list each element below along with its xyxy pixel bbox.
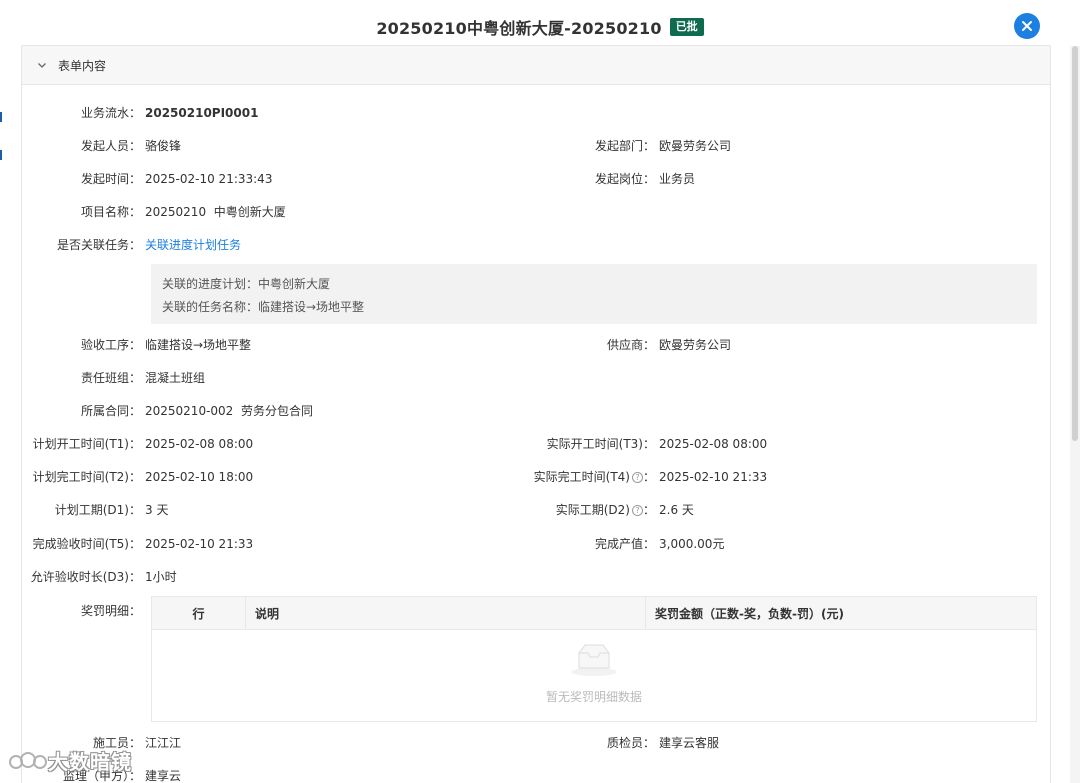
field-start-time: 发起时间： 2025-02-10 21:33:43 <box>80 172 273 186</box>
field-plan-start: 计划开工时间(T1)： 2025-02-08 08:00 <box>32 437 254 451</box>
help-icon[interactable]: ? <box>631 472 643 483</box>
field-label: 奖罚明细 <box>80 604 129 618</box>
field-dept: 发起部门： 欧曼劳务公司 <box>594 139 732 153</box>
column-header-row-no: 行 <box>152 597 246 629</box>
field-label: 实际工期(D2) <box>555 503 630 517</box>
field-initiator: 发起人员： 骆俊锋 <box>80 139 182 153</box>
linked-task-line: 关联的任务名称：临建搭设→场地平整 <box>162 300 365 314</box>
field-value: 欧曼劳务公司 <box>659 338 732 352</box>
help-icon[interactable]: ? <box>631 505 643 516</box>
dialog-header: 20250210中粤创新大厦-20250210 已批 <box>0 0 1080 46</box>
field-value: 混凝土班组 <box>145 371 206 385</box>
field-contract: 所属合同： 20250210-002 劳务分包合同 <box>80 404 313 418</box>
approval-detail-dialog: 20250210中粤创新大厦-20250210 已批 表单内容 业务流水： 202… <box>0 0 1080 783</box>
field-label: 验收工序 <box>80 338 129 352</box>
field-label: 供应商 <box>606 338 643 352</box>
field-linked-task: 是否关联任务： 关联进度计划任务 <box>56 236 242 253</box>
field-label: 项目名称 <box>80 205 129 219</box>
field-label: 完成产值 <box>594 537 643 551</box>
field-label: 计划开工时间(T1) <box>32 437 129 451</box>
field-label: 实际完工时间(T4) <box>533 470 630 484</box>
field-accept-time: 完成验收时间(T5)： 2025-02-10 21:33 <box>32 537 254 551</box>
field-value: 建享云客服 <box>659 736 720 750</box>
field-inspector: 质检员： 建享云客服 <box>606 736 720 750</box>
field-value: 2025-02-10 18:00 <box>145 470 254 484</box>
field-post: 发起岗位： 业务员 <box>594 172 696 186</box>
field-value: 20250210-002 劳务分包合同 <box>145 404 313 418</box>
field-label: 计划完工时间(T2) <box>32 470 129 484</box>
field-actual-start: 实际开工时间(T3)： 2025-02-08 08:00 <box>546 437 768 451</box>
field-project: 项目名称： 20250210 中粤创新大厦 <box>80 205 286 219</box>
field-value: 1小时 <box>145 570 177 584</box>
panel-header-toggle[interactable]: 表单内容 <box>22 46 1050 85</box>
field-label: 发起岗位 <box>594 172 643 186</box>
chevron-down-icon <box>38 63 46 68</box>
field-label: 发起部门 <box>594 139 643 153</box>
field-value: 2025-02-10 21:33 <box>145 537 254 551</box>
field-value: 2025-02-10 21:33:43 <box>145 172 273 186</box>
field-value: 江江江 <box>145 736 182 750</box>
field-label: 允许验收时长(D3) <box>30 570 129 584</box>
field-actual-duration: 实际工期(D2)?： 2.6 天 <box>555 503 694 517</box>
backdrop-edge-mark <box>0 150 2 160</box>
field-value: 3 天 <box>145 503 169 517</box>
field-reward-detail: 奖罚明细： <box>80 604 141 618</box>
status-badge: 已批 <box>669 18 704 36</box>
dialog-title: 20250210中粤创新大厦-20250210 <box>376 19 662 38</box>
empty-state-text: 暂无奖罚明细数据 <box>545 690 642 704</box>
field-value: 20250210 中粤创新大厦 <box>145 205 286 219</box>
field-label: 发起人员 <box>80 139 129 153</box>
linked-task-link[interactable]: 关联进度计划任务 <box>145 236 241 253</box>
field-value: 业务员 <box>659 172 696 186</box>
watermark-logo-icon <box>9 751 47 769</box>
reward-table: 行 说明 奖罚金额（正数-奖，负数-罚）(元) 暂无奖罚明细数据 <box>151 596 1037 722</box>
field-process: 验收工序： 临建搭设→场地平整 <box>80 338 252 352</box>
empty-state: 暂无奖罚明细数据 <box>152 641 1036 705</box>
field-value: 欧曼劳务公司 <box>659 139 732 153</box>
field-value: 3,000.00元 <box>659 537 725 551</box>
field-label: 发起时间 <box>80 172 129 186</box>
field-label: 业务流水 <box>80 106 129 120</box>
reward-table-header: 行 说明 奖罚金额（正数-奖，负数-罚）(元) <box>152 597 1036 630</box>
field-team: 责任班组： 混凝土班组 <box>80 371 206 385</box>
linked-task-detail-box: 关联的进度计划：中粤创新大厦 关联的任务名称：临建搭设→场地平整 <box>151 264 1037 324</box>
field-value: 2025-02-08 08:00 <box>145 437 254 451</box>
field-label: 计划工期(D1) <box>54 503 129 517</box>
field-value: 2025-02-08 08:00 <box>659 437 768 451</box>
scrollbar-thumb[interactable] <box>1072 46 1078 441</box>
column-header-description: 说明 <box>246 597 646 629</box>
field-value: 2025-02-10 21:33 <box>659 470 768 484</box>
watermark-text: 大数暗镜 <box>48 750 132 774</box>
field-value: 2.6 天 <box>659 503 694 517</box>
field-allowed-duration: 允许验收时长(D3)： 1小时 <box>30 570 177 584</box>
field-label: 完成验收时间(T5) <box>32 537 129 551</box>
field-label: 责任班组 <box>80 371 129 385</box>
field-label: 所属合同 <box>80 404 129 418</box>
backdrop-edge-mark <box>0 112 2 122</box>
vertical-scrollbar[interactable] <box>1070 46 1080 783</box>
close-button[interactable] <box>1014 13 1040 39</box>
column-header-amount: 奖罚金额（正数-奖，负数-罚）(元) <box>655 606 844 621</box>
watermark: 大数暗镜 <box>8 746 132 775</box>
close-icon <box>1022 21 1032 31</box>
field-value: 建享云 <box>145 769 182 783</box>
field-plan-duration: 计划工期(D1)： 3 天 <box>54 503 169 517</box>
field-label: 质检员 <box>606 736 643 750</box>
field-value: 20250210PI0001 <box>145 106 259 120</box>
empty-inbox-icon <box>571 644 617 676</box>
field-plan-end: 计划完工时间(T2)： 2025-02-10 18:00 <box>32 470 254 484</box>
field-biz-no: 业务流水： 20250210PI0001 <box>80 106 259 120</box>
field-supplier: 供应商： 欧曼劳务公司 <box>606 338 732 352</box>
field-output-value: 完成产值： 3,000.00元 <box>594 537 725 551</box>
field-label: 实际开工时间(T3) <box>546 437 643 451</box>
field-actual-end: 实际完工时间(T4)?： 2025-02-10 21:33 <box>533 470 768 484</box>
panel-title: 表单内容 <box>58 58 107 73</box>
field-value: 骆俊锋 <box>145 139 182 153</box>
field-label: 是否关联任务 <box>56 238 129 252</box>
field-value: 临建搭设→场地平整 <box>145 338 252 352</box>
linked-plan-line: 关联的进度计划：中粤创新大厦 <box>162 277 331 291</box>
